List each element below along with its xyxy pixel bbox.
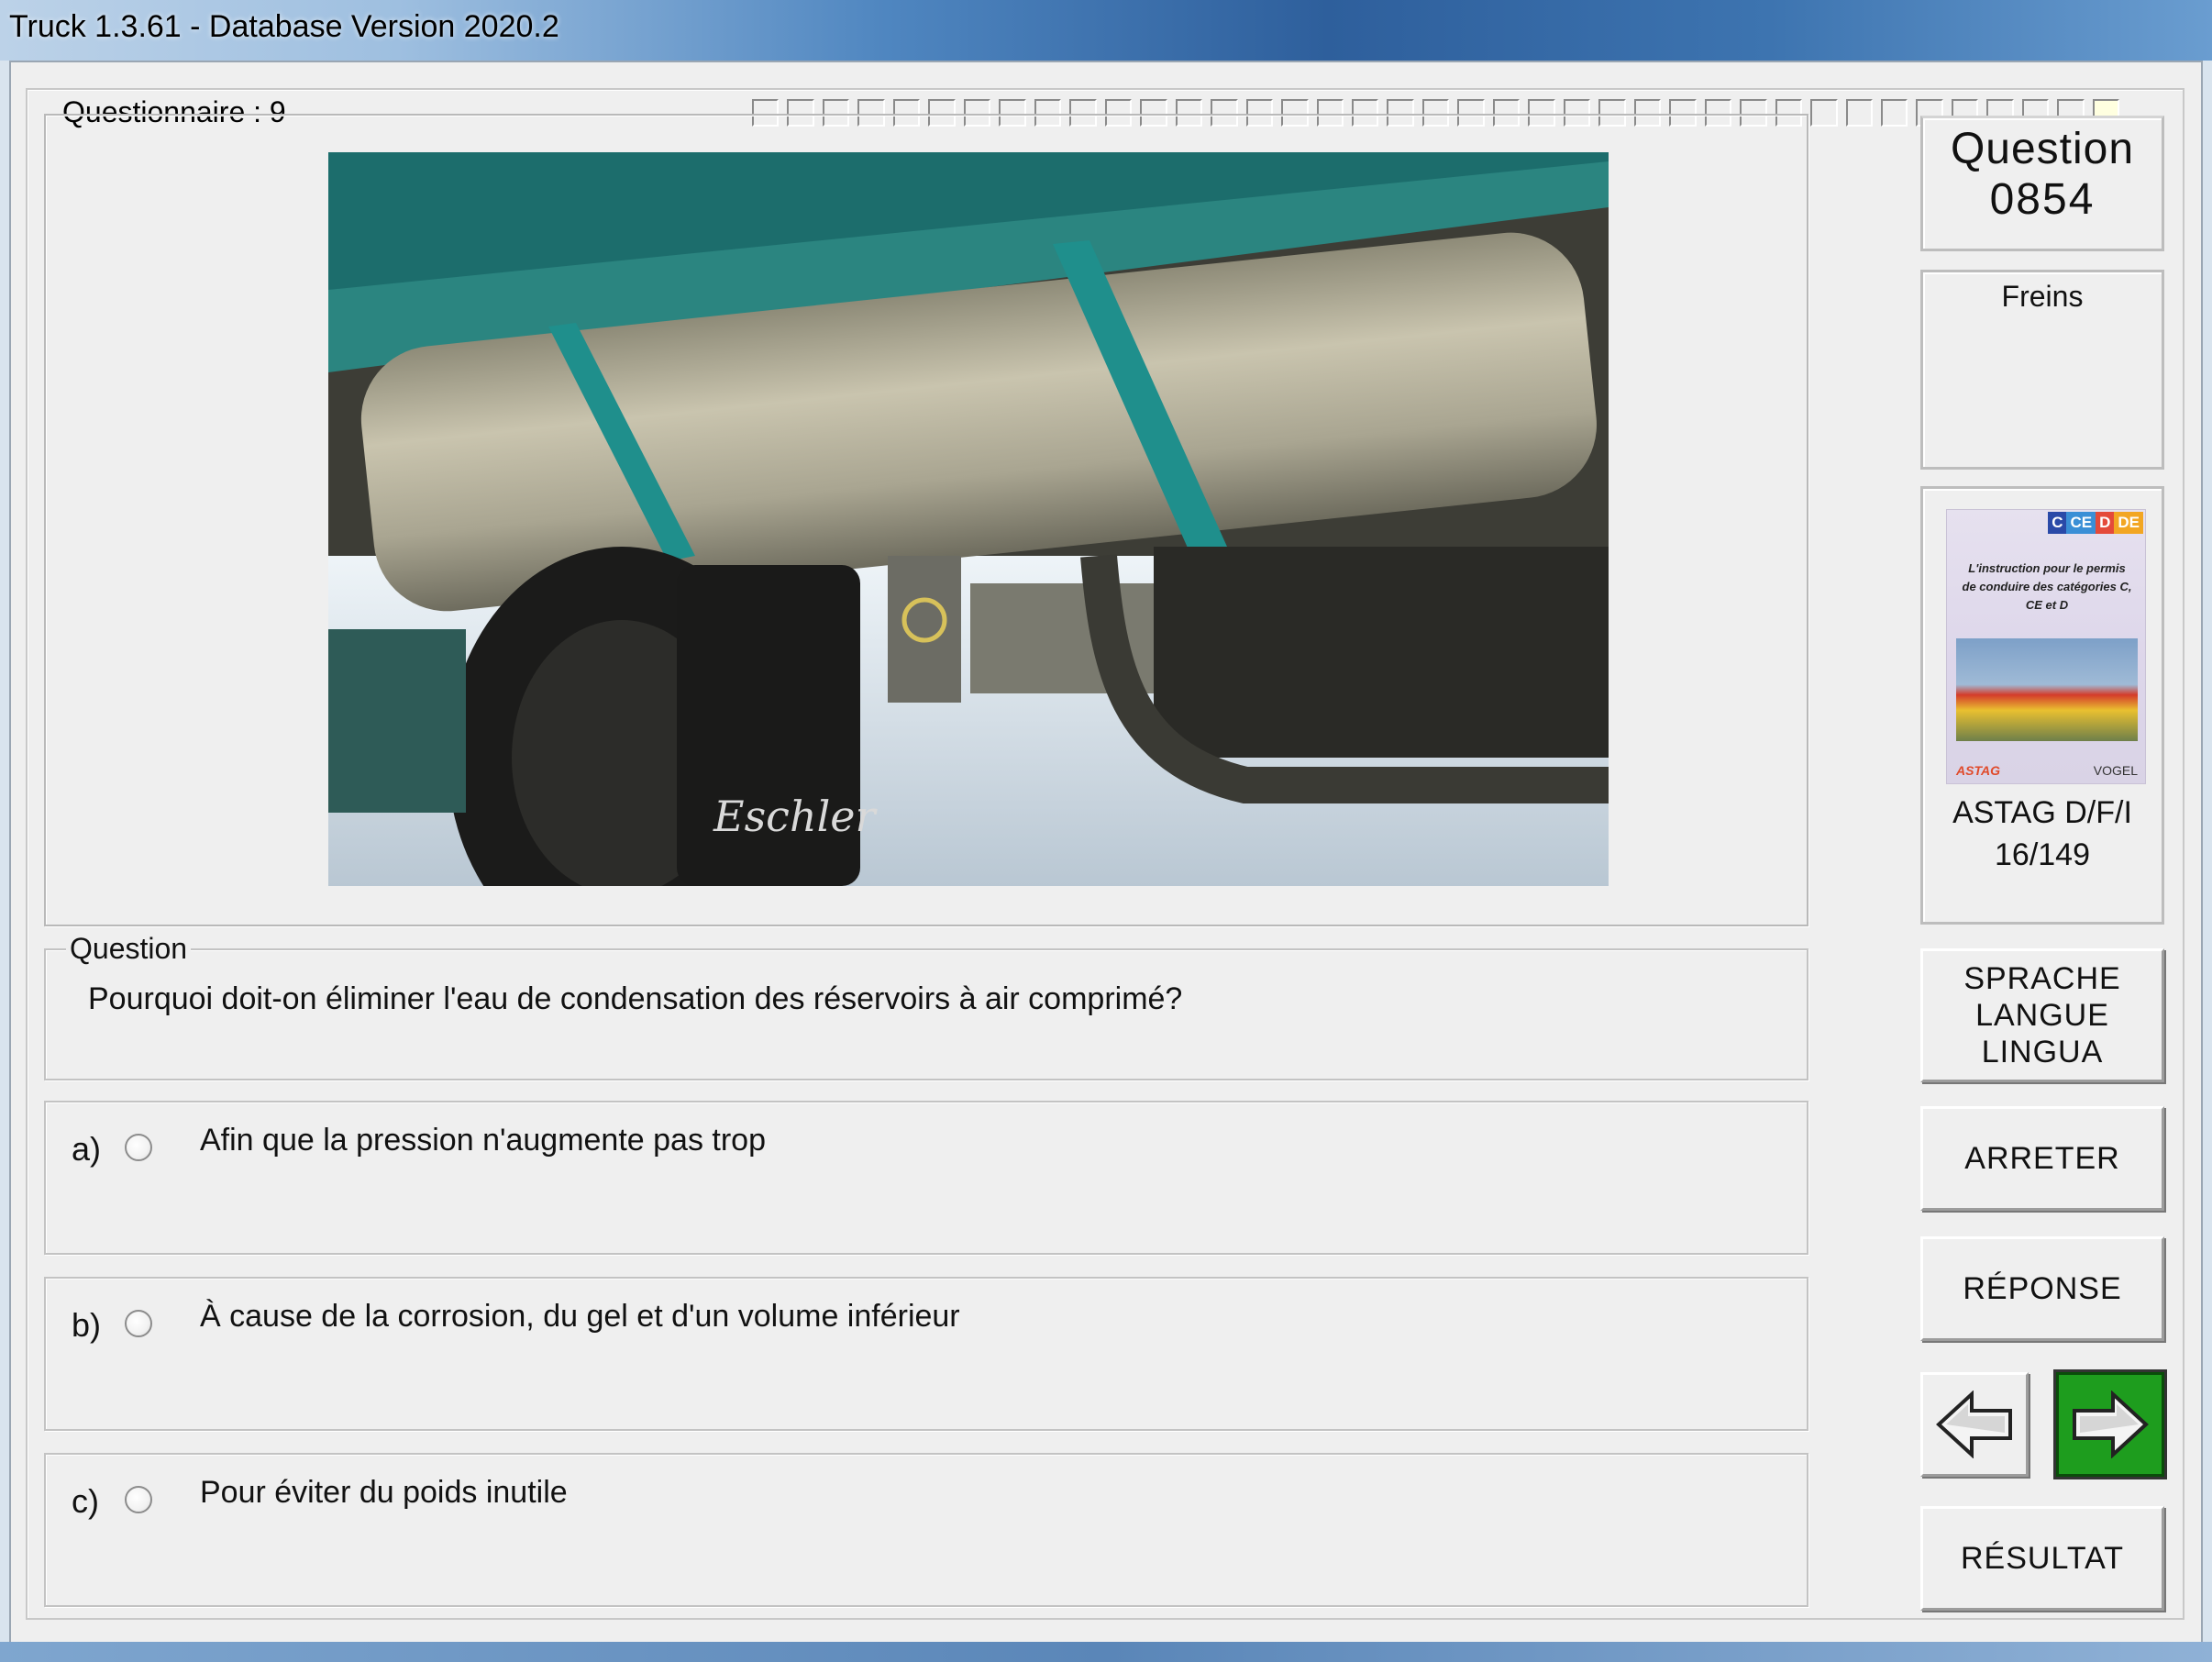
license-badge: D [2096, 512, 2115, 534]
vogel-logo: VOGEL [2093, 763, 2138, 778]
answer-radio-a[interactable] [125, 1134, 152, 1161]
answer-text: Afin que la pression n'augmente pas trop [200, 1123, 766, 1158]
astag-logo: ASTAG [1956, 763, 2000, 778]
license-badge: C [2048, 512, 2067, 534]
progress-cell [1881, 99, 1908, 127]
progress-cell [1845, 99, 1873, 127]
book-cover-image: C CE D DE L'instruction pour le permis de c… [1946, 509, 2146, 784]
license-badge: DE [2114, 512, 2143, 534]
image-panel: Eschler [44, 114, 1808, 926]
arrow-left-icon [1936, 1391, 2012, 1458]
language-button[interactable]: SPRACHE LANGUE LINGUA [1920, 948, 2164, 1082]
category-label: Freins [2001, 280, 2084, 313]
question-number-label: Question [1950, 125, 2135, 173]
book-reference: ASTAG D/F/I 16/149 [1923, 792, 2162, 876]
answer-option-a[interactable]: a) Afin que la pression n'augmente pas t… [44, 1101, 1808, 1255]
book-source: ASTAG D/F/I [1952, 795, 2132, 830]
result-button[interactable]: RÉSULTAT [1920, 1506, 2164, 1611]
answer-letter: b) [72, 1306, 102, 1344]
arrow-right-icon [2073, 1391, 2149, 1458]
language-label-de: SPRACHE [1963, 961, 2121, 996]
progress-cell [1810, 99, 1838, 127]
question-text: Pourquoi doit-on éliminer l'eau de conde… [88, 981, 1183, 1016]
client-area: Questionnaire : 9 Eschler Question 0854 … [9, 61, 2203, 1649]
next-question-button[interactable] [2053, 1369, 2167, 1479]
mudflap-brand: Eschler [713, 792, 879, 841]
answer-letter: a) [72, 1130, 102, 1168]
stop-button[interactable]: ARRETER [1920, 1106, 2164, 1211]
question-number: 0854 [1989, 175, 2096, 224]
book-page: 16/149 [1995, 837, 2090, 872]
book-cover-title: L'instruction pour le permis de conduire… [1962, 561, 2132, 612]
language-label-it: LINGUA [1981, 1035, 2104, 1069]
trailer-air-tank-illustration: Eschler [328, 152, 1609, 886]
answer-text: Pour éviter du poids inutile [200, 1475, 568, 1510]
answer-option-c[interactable]: c) Pour éviter du poids inutile [44, 1453, 1808, 1607]
question-legend: Question [66, 932, 192, 966]
language-label-fr: LANGUE [1975, 998, 2109, 1033]
answer-radio-b[interactable] [125, 1310, 152, 1337]
question-box: Question Pourquoi doit-on éliminer l'eau… [44, 932, 1808, 1080]
answer-label: RÉPONSE [1963, 1270, 2122, 1306]
window-title: Truck 1.3.61 - Database Version 2020.2 [9, 9, 559, 44]
book-cover-logos: ASTAG VOGEL [1956, 763, 2138, 778]
app-window: Truck 1.3.61 - Database Version 2020.2 Q… [0, 0, 2212, 1662]
license-category-badges: C CE D DE [2048, 512, 2143, 534]
source-book-box: C CE D DE L'instruction pour le permis de c… [1920, 486, 2164, 925]
title-bar[interactable]: Truck 1.3.61 - Database Version 2020.2 [0, 0, 2212, 61]
category-box: Freins [1920, 270, 2164, 470]
question-photo: Eschler [328, 152, 1609, 886]
book-cover-photo [1956, 638, 2138, 741]
stop-label: ARRETER [1964, 1140, 2120, 1176]
window-bottom-border [0, 1642, 2212, 1662]
answer-option-b[interactable]: b) À cause de la corrosion, du gel et d'… [44, 1277, 1808, 1431]
show-answer-button[interactable]: RÉPONSE [1920, 1236, 2164, 1341]
answer-text: À cause de la corrosion, du gel et d'un … [200, 1299, 960, 1334]
previous-question-button[interactable] [1920, 1372, 2029, 1477]
license-badge: CE [2066, 512, 2096, 534]
result-label: RÉSULTAT [1960, 1540, 2125, 1576]
answer-letter: c) [72, 1482, 99, 1520]
question-number-box: Question 0854 [1920, 116, 2164, 251]
answer-radio-c[interactable] [125, 1486, 152, 1513]
